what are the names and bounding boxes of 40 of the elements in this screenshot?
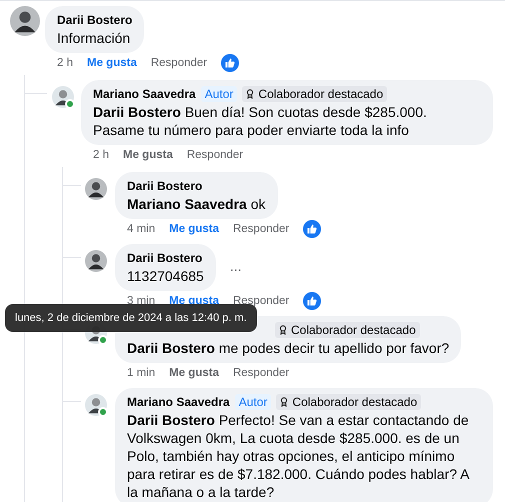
like-link[interactable]: Me gusta [87, 57, 137, 69]
comment-text: Darii Bostero Buen día! Son cuotas desde $285.000. Pasame tu número para poder enviarte toda la info [93, 103, 428, 139]
more-options[interactable]: ... [230, 258, 242, 274]
comment-text: Mariano Saavedra ok [127, 195, 266, 213]
contributor-badge: Colaborador destacado [275, 322, 420, 338]
reply-link[interactable]: Responder [232, 295, 290, 307]
author-name[interactable]: Darii Bostero [127, 178, 202, 194]
like-link[interactable]: Me gusta [169, 367, 219, 379]
medal-icon [280, 397, 288, 407]
timestamp[interactable]: 4 min [127, 223, 156, 235]
medal-icon [246, 89, 254, 99]
timestamp[interactable]: 2 h [93, 149, 109, 161]
timestamp[interactable]: 2 h [57, 57, 73, 69]
thumbs-up-icon[interactable] [303, 292, 322, 310]
author-badge: Autor [234, 394, 272, 410]
author-name[interactable]: Mariano Saavedra [127, 394, 230, 410]
contributor-badge: Colaborador destacado [242, 86, 388, 102]
comment-text: 1132704685 [127, 267, 204, 285]
comment-text: Darii Bostero me podes decir tu apellido por favor? [127, 339, 450, 357]
contributor-badge: Colaborador destacado [276, 394, 422, 410]
medal-icon [279, 325, 287, 335]
reply-link[interactable]: Responder [186, 149, 244, 161]
thumbs-up-icon[interactable] [303, 220, 322, 238]
date-tooltip: lunes, 2 de diciembre de 2024 a las 12:40 p. m. [5, 304, 257, 332]
reply-link[interactable]: Responder [232, 223, 290, 235]
avatar[interactable] [85, 250, 107, 272]
author-badge: Autor [200, 86, 238, 102]
avatar[interactable] [10, 6, 40, 36]
reply-link[interactable]: Responder [232, 367, 290, 379]
thumbs-up-icon[interactable] [221, 54, 240, 72]
author-name[interactable]: Darii Bostero [57, 12, 132, 28]
author-name[interactable]: Darii Bostero [127, 250, 202, 266]
like-link[interactable]: Me gusta [123, 149, 173, 161]
like-link[interactable]: Me gusta [169, 223, 219, 235]
timestamp[interactable]: 1 min [127, 367, 156, 379]
author-name[interactable]: Mariano Saavedra [93, 86, 196, 102]
comment-text: Darii Bostero Perfecto! Se van a estar contactando de Volkswagen 0km, La cuota desde $285.000. es de un Polo, también hay otras opciones, el anticipo mínimo para retirar es de $7.182.000. Cuándo podes hablar? A la mañana o a la tarde? [127, 411, 470, 501]
reply-link[interactable]: Responder [150, 57, 208, 69]
comment-text: Información [57, 29, 132, 47]
avatar[interactable] [85, 178, 107, 200]
